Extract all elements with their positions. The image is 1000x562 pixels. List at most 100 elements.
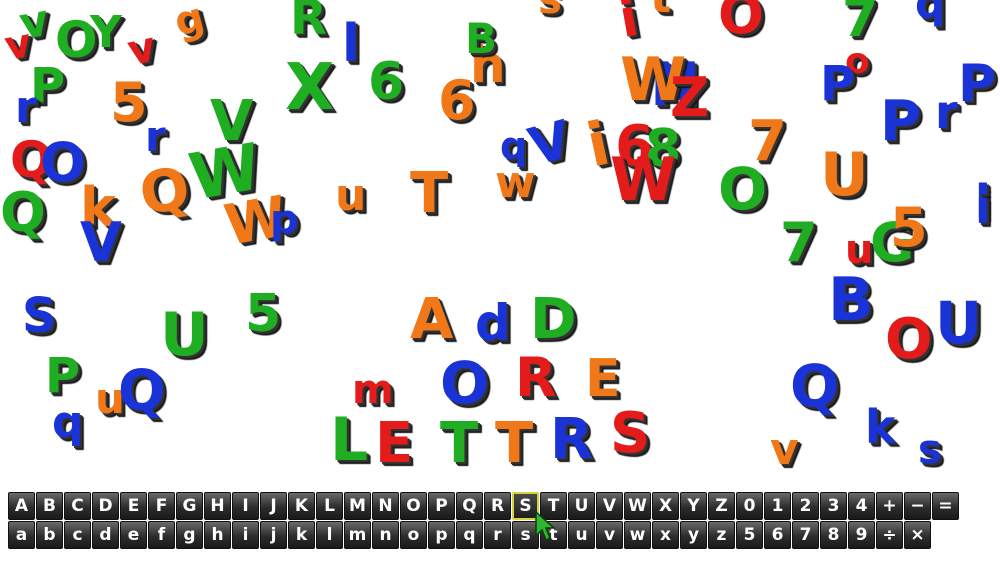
floating-letter-O[interactable]: O [440, 354, 489, 412]
key-a[interactable]: a [8, 521, 35, 549]
floating-letter-O[interactable]: O [885, 312, 933, 368]
key-8[interactable]: 8 [820, 521, 847, 549]
key-O[interactable]: O [400, 492, 427, 520]
key-o[interactable]: o [400, 521, 427, 549]
floating-letter-7[interactable]: 7 [842, 0, 878, 45]
floating-letter-u[interactable]: u [335, 174, 366, 218]
floating-letter-D[interactable]: D [530, 292, 576, 348]
key-9[interactable]: 9 [848, 521, 875, 549]
floating-letter-r[interactable]: r [145, 116, 166, 158]
floating-letter-5[interactable]: 5 [245, 288, 281, 340]
key-÷[interactable]: ÷ [876, 521, 903, 549]
floating-letter-W[interactable]: W [610, 150, 676, 210]
floating-letter-O[interactable]: O [718, 160, 767, 218]
floating-letter-L[interactable]: L [330, 410, 368, 470]
floating-letter-m[interactable]: m [352, 370, 394, 410]
floating-letter-p[interactable]: p [270, 200, 299, 240]
floating-letter-s[interactable]: s [918, 430, 942, 470]
key-2[interactable]: 2 [792, 492, 819, 520]
floating-letter-S[interactable]: S [610, 406, 650, 462]
floating-letter-5[interactable]: 5 [890, 201, 928, 255]
floating-letter-T[interactable]: T [495, 416, 533, 472]
floating-letter-q[interactable]: q [915, 0, 945, 25]
key-=[interactable]: = [932, 492, 959, 520]
floating-letter-Y[interactable]: Y [90, 11, 122, 55]
key-F[interactable]: F [148, 492, 175, 520]
floating-letter-Q[interactable]: Q [790, 357, 839, 415]
key-k[interactable]: k [288, 521, 315, 549]
floating-letter-P[interactable]: P [45, 352, 80, 400]
floating-letter-S[interactable]: S [22, 292, 57, 340]
key-z[interactable]: z [708, 521, 735, 549]
key-D[interactable]: D [92, 492, 119, 520]
floating-letter-6[interactable]: 6 [438, 74, 476, 128]
floating-letter-U[interactable]: U [935, 294, 982, 352]
floating-letter-E[interactable]: E [585, 353, 621, 405]
key-R[interactable]: R [484, 492, 511, 520]
floating-letter-k[interactable]: k [865, 404, 896, 450]
key-Y[interactable]: Y [680, 492, 707, 520]
floating-letter-V[interactable]: V [80, 216, 122, 270]
floating-letter-T[interactable]: T [440, 416, 478, 472]
floating-letter-R[interactable]: R [515, 351, 557, 405]
key-1[interactable]: 1 [764, 492, 791, 520]
floating-letter-E[interactable]: E [375, 416, 413, 472]
floating-letter-r[interactable]: r [15, 86, 37, 130]
key-y[interactable]: y [680, 521, 707, 549]
floating-letter-P[interactable]: P [820, 60, 855, 108]
key-i[interactable]: i [232, 521, 259, 549]
key-p[interactable]: p [428, 521, 455, 549]
key-L[interactable]: L [316, 492, 343, 520]
key-H[interactable]: H [204, 492, 231, 520]
floating-letter-U[interactable]: U [820, 145, 869, 205]
key-B[interactable]: B [36, 492, 63, 520]
key-N[interactable]: N [372, 492, 399, 520]
key-f[interactable]: f [148, 521, 175, 549]
floating-letter-7[interactable]: 7 [780, 216, 818, 270]
floating-letter-r[interactable]: r [935, 89, 958, 135]
key-j[interactable]: j [260, 521, 287, 549]
floating-letter-6[interactable]: 6 [368, 56, 404, 108]
key-T[interactable]: T [540, 492, 567, 520]
key-c[interactable]: c [64, 521, 91, 549]
key-d[interactable]: d [92, 521, 119, 549]
key-l[interactable]: l [316, 521, 343, 549]
key-n[interactable]: n [372, 521, 399, 549]
key-h[interactable]: h [204, 521, 231, 549]
floating-letter-i[interactable]: i [615, 0, 643, 50]
floating-letter-5[interactable]: 5 [110, 76, 148, 130]
key-G[interactable]: G [176, 492, 203, 520]
key-q[interactable]: q [456, 521, 483, 549]
key-7[interactable]: 7 [792, 521, 819, 549]
key-w[interactable]: w [624, 521, 651, 549]
floating-letter-X[interactable]: X [285, 56, 334, 120]
key-v[interactable]: v [596, 521, 623, 549]
floating-letter-Q[interactable]: Q [0, 186, 46, 240]
floating-letter-B[interactable]: B [828, 270, 874, 330]
key-6[interactable]: 6 [764, 521, 791, 549]
floating-letter-A[interactable]: A [410, 292, 453, 348]
floating-letter-Q[interactable]: Q [134, 153, 194, 229]
floating-letter-T[interactable]: T [410, 166, 448, 222]
key-S[interactable]: S [512, 492, 539, 520]
floating-letter-g[interactable]: g [170, 0, 210, 46]
key-u[interactable]: u [568, 521, 595, 549]
key-m[interactable]: m [344, 521, 371, 549]
key-Z[interactable]: Z [708, 492, 735, 520]
key-s[interactable]: s [512, 521, 539, 549]
floating-letter-Q[interactable]: Q [118, 364, 166, 420]
key-5[interactable]: 5 [736, 521, 763, 549]
key-A[interactable]: A [8, 492, 35, 520]
floating-letter-i[interactable]: i [975, 184, 991, 230]
key-−[interactable]: − [904, 492, 931, 520]
floating-letter-v[interactable]: v [770, 428, 799, 472]
key-b[interactable]: b [36, 521, 63, 549]
letter-playfield[interactable]: vPOYgvvRlX6shB6itO7oPqPrPir5rVQOQkVQWWpu… [0, 0, 1000, 488]
key-U[interactable]: U [568, 492, 595, 520]
floating-letter-P[interactable]: P [958, 58, 996, 110]
key-3[interactable]: 3 [820, 492, 847, 520]
key-E[interactable]: E [120, 492, 147, 520]
key-g[interactable]: g [176, 521, 203, 549]
key-C[interactable]: C [64, 492, 91, 520]
key-0[interactable]: 0 [736, 492, 763, 520]
